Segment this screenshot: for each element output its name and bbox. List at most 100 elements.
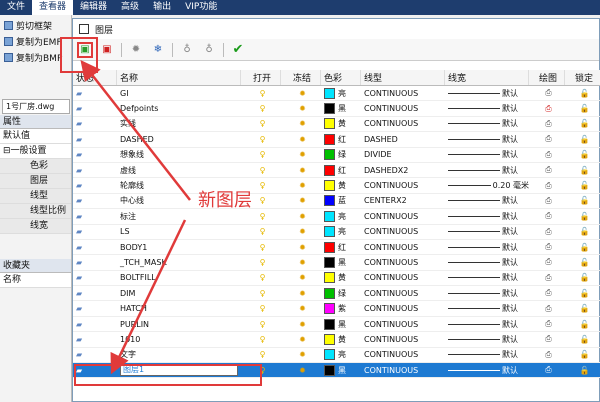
- printer-icon[interactable]: ⎙: [545, 119, 551, 129]
- linetype-cell[interactable]: CENTERX2: [361, 194, 445, 208]
- linetype-cell[interactable]: CONTINUOUS: [361, 101, 445, 115]
- color-swatch[interactable]: [324, 210, 335, 222]
- sun-icon[interactable]: ✹: [299, 335, 306, 344]
- menu-output[interactable]: 输出: [146, 0, 178, 15]
- lineweight-value[interactable]: 默认: [502, 349, 518, 360]
- lock-icon[interactable]: 🔓: [580, 181, 590, 190]
- lineweight-value[interactable]: 默认: [502, 165, 518, 176]
- sun-icon[interactable]: ✹: [299, 289, 306, 298]
- bulb-icon[interactable]: ♀: [260, 289, 266, 298]
- table-row[interactable]: ▰ 虚线 ♀ ✹ 红 DASHEDX2 默认 ⎙ 🔓: [73, 163, 600, 179]
- linetype-cell[interactable]: CONTINUOUS: [361, 86, 445, 100]
- linetype-cell[interactable]: CONTINUOUS: [361, 363, 445, 377]
- table-row[interactable]: ▰ PURLIN ♀ ✹ 黑 CONTINUOUS 默认 ⎙ 🔓: [73, 317, 600, 333]
- sun-icon[interactable]: ✹: [299, 273, 306, 282]
- lineweight-value[interactable]: 默认: [502, 226, 518, 237]
- bulb-icon[interactable]: ♀: [260, 181, 266, 190]
- menu-vip[interactable]: VIP功能: [178, 0, 224, 15]
- lock-icon[interactable]: 🔓: [580, 212, 590, 221]
- lineweight-value[interactable]: 默认: [502, 288, 518, 299]
- table-row[interactable]: ▰ 中心线 ♀ ✹ 蓝 CENTERX2 默认 ⎙ 🔓: [73, 194, 600, 210]
- color-swatch[interactable]: [324, 241, 335, 253]
- color-swatch[interactable]: [324, 256, 335, 268]
- lineweight-value[interactable]: 0.20 毫米: [493, 180, 529, 191]
- lock-icon[interactable]: 🔓: [580, 243, 590, 252]
- printer-icon[interactable]: ⎙: [545, 134, 551, 144]
- lock-icon[interactable]: 🔓: [580, 273, 590, 282]
- table-row[interactable]: ▰ DIM ♀ ✹ 绿 CONTINUOUS 默认 ⎙ 🔓: [73, 286, 600, 302]
- printer-icon[interactable]: ⎙: [545, 319, 551, 329]
- menu-editor[interactable]: 编辑器: [73, 0, 114, 15]
- color-swatch[interactable]: [324, 349, 335, 361]
- bulb-icon[interactable]: ♀: [260, 150, 266, 159]
- table-row[interactable]: ▰ BOLTFILL ♀ ✹ 黄 CONTINUOUS 默认 ⎙ 🔓: [73, 271, 600, 287]
- color-swatch[interactable]: [324, 303, 335, 315]
- lock-icon[interactable]: 🔓: [580, 258, 590, 267]
- bulb-icon[interactable]: ♀: [260, 135, 266, 144]
- sun-icon[interactable]: ✹: [299, 304, 306, 313]
- bulb-icon[interactable]: ♀: [260, 196, 266, 205]
- lineweight-value[interactable]: 默认: [502, 272, 518, 283]
- color-swatch[interactable]: [324, 164, 335, 176]
- table-row[interactable]: ▰ 文字 ♀ ✹ 亮 CONTINUOUS 默认 ⎙ 🔓: [73, 348, 600, 364]
- sun-icon[interactable]: ✹: [299, 258, 306, 267]
- printer-icon[interactable]: ⎙: [545, 242, 551, 252]
- file-tab[interactable]: 1号厂房.dwg: [2, 99, 70, 114]
- freeze-all-button[interactable]: ✹: [128, 42, 144, 58]
- delete-layer-button[interactable]: ▣: [99, 42, 115, 58]
- menu-advanced[interactable]: 高级: [114, 0, 146, 15]
- bulb-icon[interactable]: ♀: [260, 89, 266, 98]
- printer-icon[interactable]: ⎙: [545, 150, 551, 160]
- sun-icon[interactable]: ✹: [299, 243, 306, 252]
- sun-icon[interactable]: ✹: [299, 366, 306, 375]
- linetype-cell[interactable]: CONTINUOUS: [361, 255, 445, 269]
- bulb-icon[interactable]: ♀: [260, 335, 266, 344]
- sun-icon[interactable]: ✹: [299, 196, 306, 205]
- col-on[interactable]: 打开: [241, 70, 281, 85]
- linetype-cell[interactable]: CONTINUOUS: [361, 209, 445, 223]
- table-row[interactable]: ▰ 1010 ♀ ✹ 黄 CONTINUOUS 默认 ⎙ 🔓: [73, 332, 600, 348]
- printer-icon[interactable]: ⎙: [545, 165, 551, 175]
- bulb-icon[interactable]: ♀: [260, 119, 266, 128]
- table-row[interactable]: ▰ _TCH_MASK ♀ ✹ 黑 CONTINUOUS 默认 ⎙ 🔓: [73, 255, 600, 271]
- all-on-button[interactable]: ♁: [201, 42, 217, 58]
- printer-icon[interactable]: ⎙: [545, 88, 551, 98]
- lock-icon[interactable]: 🔓: [580, 289, 590, 298]
- col-plot[interactable]: 绘图: [529, 70, 565, 85]
- cut-frame-button[interactable]: 剪切框架: [0, 17, 71, 33]
- col-linetype[interactable]: 线型: [361, 70, 445, 85]
- table-row[interactable]: ▰ GI ♀ ✹ 亮 CONTINUOUS 默认 ⎙ 🔓: [73, 86, 600, 102]
- color-swatch[interactable]: [324, 364, 335, 376]
- lineweight-value[interactable]: 默认: [502, 365, 518, 376]
- table-row[interactable]: ▰ 实线 ♀ ✹ 黄 CONTINUOUS 默认 ⎙ 🔓: [73, 117, 600, 133]
- lineweight-value[interactable]: 默认: [502, 134, 518, 145]
- lock-icon[interactable]: 🔓: [580, 366, 590, 375]
- color-swatch[interactable]: [324, 226, 335, 238]
- linetype-cell[interactable]: CONTINUOUS: [361, 332, 445, 346]
- linetype-cell[interactable]: CONTINUOUS: [361, 317, 445, 331]
- bulb-icon[interactable]: ♀: [260, 258, 266, 267]
- thaw-all-button[interactable]: ❄: [150, 42, 166, 58]
- sun-icon[interactable]: ✹: [299, 227, 306, 236]
- linetype-cell[interactable]: CONTINUOUS: [361, 271, 445, 285]
- printer-icon[interactable]: ⎙: [545, 288, 551, 298]
- bulb-icon[interactable]: ♀: [260, 166, 266, 175]
- lineweight-value[interactable]: 默认: [502, 242, 518, 253]
- apply-button[interactable]: ✔: [230, 42, 246, 58]
- lineweight-value[interactable]: 默认: [502, 334, 518, 345]
- col-lock[interactable]: 锁定: [565, 70, 600, 85]
- lock-icon[interactable]: 🔓: [580, 335, 590, 344]
- linetype-cell[interactable]: DASHEDX2: [361, 163, 445, 177]
- linetype-cell[interactable]: CONTINUOUS: [361, 117, 445, 131]
- lineweight-value[interactable]: 默认: [502, 195, 518, 206]
- lock-icon[interactable]: 🔓: [580, 89, 590, 98]
- lock-icon[interactable]: 🔓: [580, 320, 590, 329]
- lineweight-value[interactable]: 默认: [502, 257, 518, 268]
- table-row[interactable]: ▰ DASHED ♀ ✹ 红 DASHED 默认 ⎙ 🔓: [73, 132, 600, 148]
- color-swatch[interactable]: [324, 180, 335, 192]
- lineweight-value[interactable]: 默认: [502, 211, 518, 222]
- no-print-icon[interactable]: ⎙: [545, 104, 551, 114]
- color-swatch[interactable]: [324, 87, 335, 99]
- printer-icon[interactable]: ⎙: [545, 257, 551, 267]
- lock-icon[interactable]: 🔓: [580, 135, 590, 144]
